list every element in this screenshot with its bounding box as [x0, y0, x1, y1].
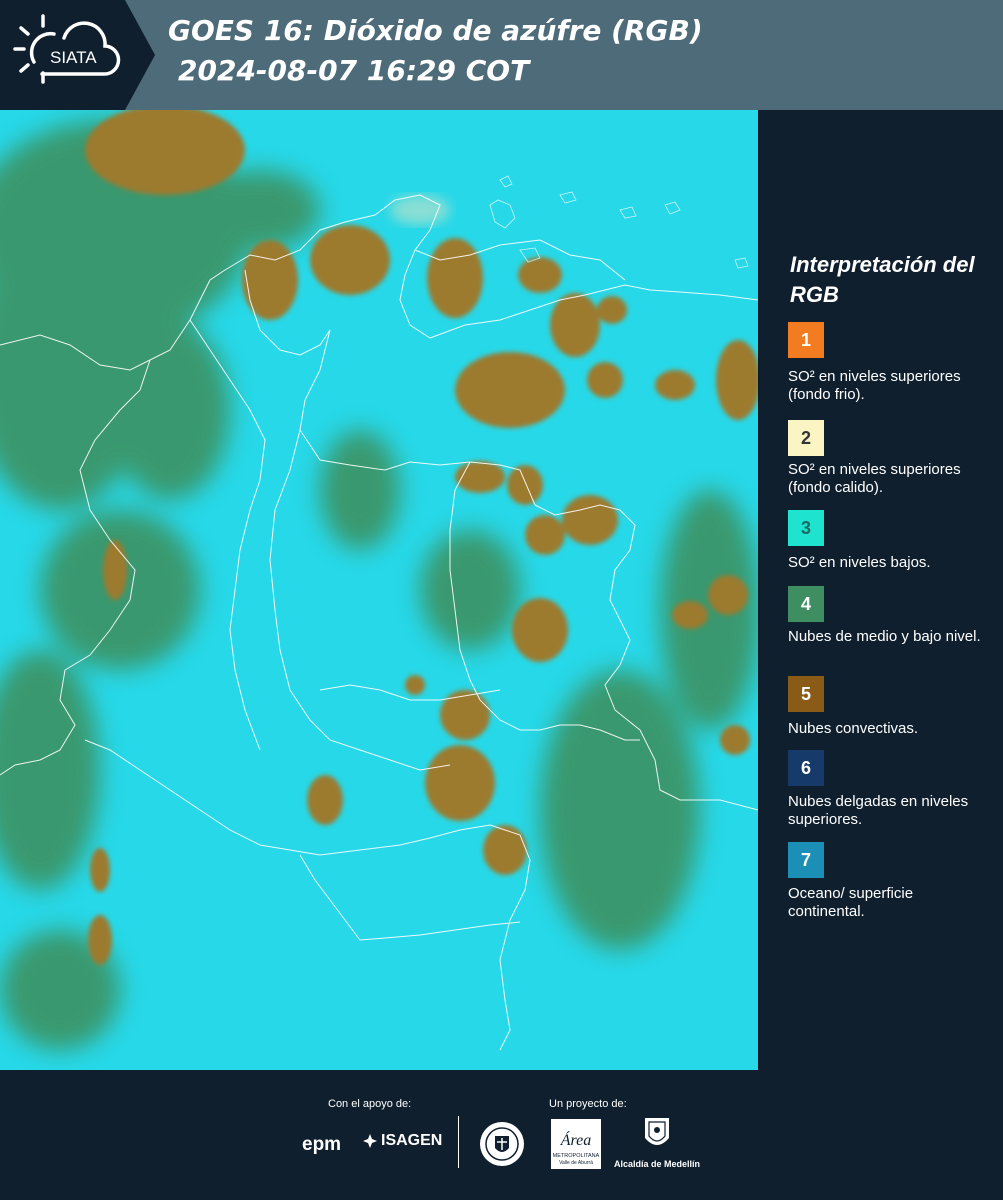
svg-text:Valle de Aburrá: Valle de Aburrá	[559, 1160, 593, 1166]
header: SIATA GOES 16: Dióxido de azúfre (RGB) 2…	[0, 0, 1003, 110]
legend-label-6: Nubes delgadas en niveles superiores.	[788, 793, 969, 828]
area-metropolitana-logo[interactable]: Área METROPOLITANA Valle de Aburrá	[550, 1118, 602, 1170]
legend-swatch-1: 1	[788, 322, 824, 358]
area-metropolitana-mark-icon: Área METROPOLITANA Valle de Aburrá	[551, 1119, 601, 1169]
page-title: GOES 16: Dióxido de azúfre (RGB)	[168, 14, 703, 47]
legend-swatch-5: 5	[788, 676, 824, 712]
legend-label-7: Oceano/ superficie continental.	[788, 885, 914, 920]
support-label: Con el apoyo de:	[328, 1098, 412, 1110]
legend-title: Interpretación del RGB	[790, 252, 975, 307]
alcaldia-shield-icon	[645, 1118, 669, 1145]
legend-number-6: 6	[800, 757, 811, 778]
legend-number-1: 1	[800, 329, 811, 350]
legend-swatch-7: 7	[788, 842, 824, 878]
isagen-logo[interactable]: ISAGEN	[362, 1132, 442, 1150]
project-label: Un proyecto de:	[549, 1098, 627, 1110]
svg-text:Área: Área	[560, 1130, 592, 1149]
legend-label-1: SO² en niveles superiores (fondo frio).	[788, 368, 961, 403]
legend-label-3: SO² en niveles bajos.	[788, 554, 931, 571]
legend-number-5: 5	[800, 683, 811, 704]
legend-number-4: 4	[800, 593, 811, 614]
page-timestamp: 2024-08-07 16:29 COT	[178, 54, 530, 87]
legend-swatch-4: 4	[788, 586, 824, 622]
legend-number-2: 2	[800, 427, 811, 448]
rgb-composite-image	[0, 110, 758, 1070]
legend-swatch-2: 2	[788, 420, 824, 456]
satellite-image-map[interactable]	[0, 110, 758, 1070]
legend-number-3: 3	[800, 517, 811, 538]
medellin-seal-icon[interactable]	[478, 1120, 526, 1168]
alcaldia-text: Alcaldía de Medellín	[613, 1159, 701, 1169]
sun-cloud-icon: SIATA	[13, 14, 121, 84]
epm-logo[interactable]: epm	[302, 1134, 341, 1156]
footer: Con el apoyo de: Un proyecto de: epm ISA…	[0, 1070, 1003, 1200]
siata-logo[interactable]: SIATA	[0, 0, 155, 110]
legend-label-5: Nubes convectivas.	[788, 720, 919, 737]
svg-text:METROPOLITANA: METROPOLITANA	[553, 1153, 600, 1159]
logo-text: SIATA	[50, 48, 97, 67]
legend-label-4: Nubes de medio y bajo nivel.	[788, 628, 981, 645]
isagen-text: ISAGEN	[381, 1132, 443, 1149]
legend-number-7: 7	[800, 849, 811, 870]
alcaldia-medellin-logo[interactable]: Alcaldía de Medellín	[612, 1116, 702, 1169]
legend-panel: Interpretación del RGB 1 SO² en niveles …	[760, 110, 1003, 1070]
legend-swatch-3: 3	[788, 510, 824, 546]
footer-divider	[458, 1116, 459, 1168]
legend-label-2: SO² en niveles superiores (fondo calido)…	[788, 461, 961, 496]
legend-swatch-6: 6	[788, 750, 824, 786]
isagen-mark-icon	[363, 1134, 377, 1148]
